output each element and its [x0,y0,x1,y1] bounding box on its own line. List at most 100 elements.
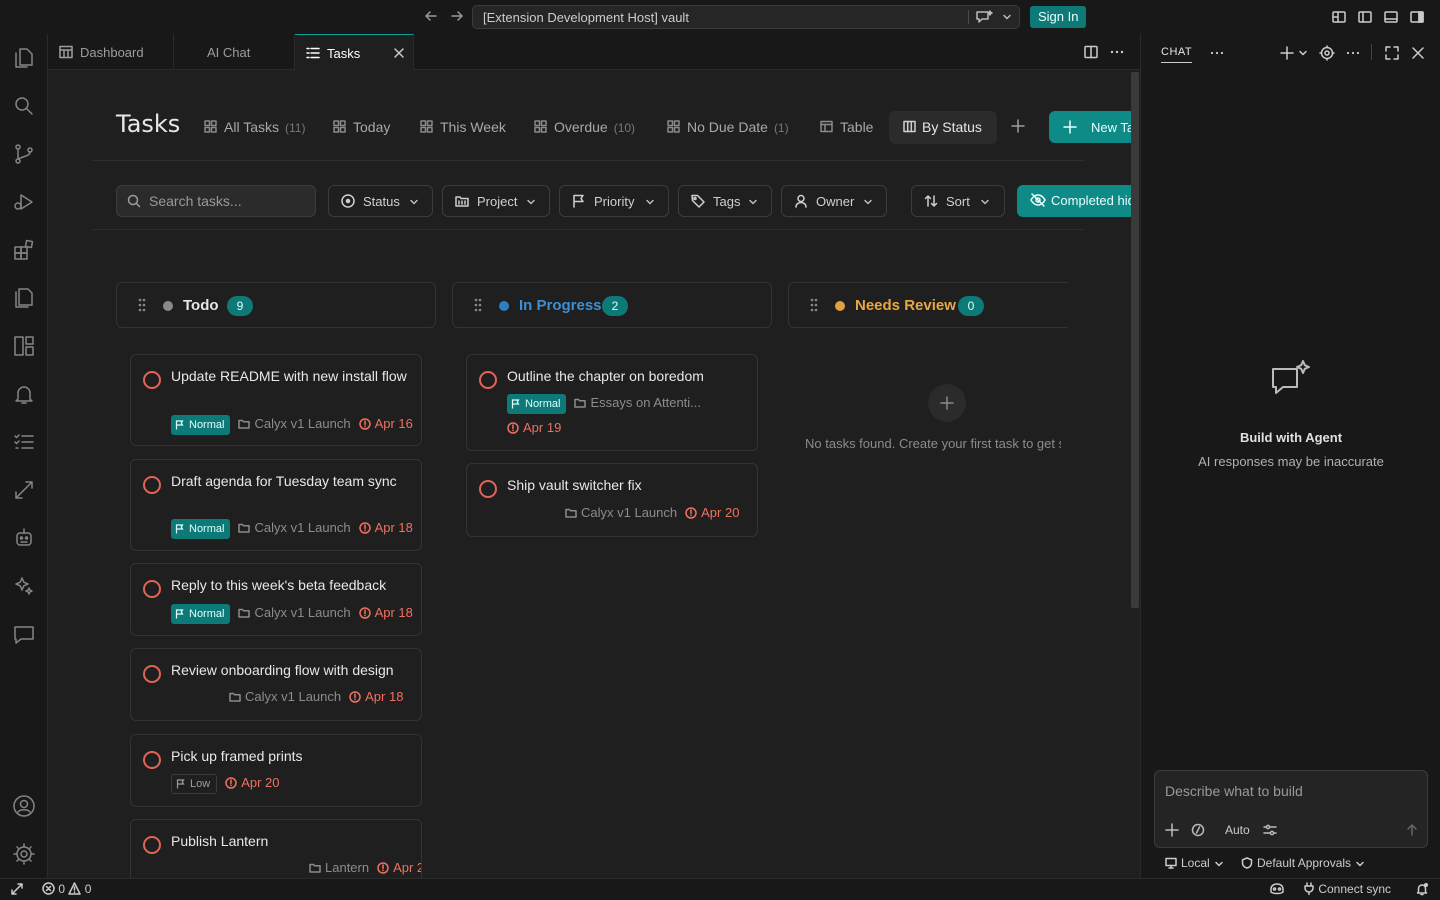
forward-arrow-icon[interactable] [449,8,465,24]
tools-icon[interactable] [1191,823,1205,837]
view-tab-today[interactable]: Today [333,111,398,144]
complete-checkbox[interactable] [143,751,161,769]
toggle-panel-icon[interactable] [1383,9,1399,25]
complete-checkbox[interactable] [143,476,161,494]
sign-in-button[interactable]: Sign In [1030,6,1087,28]
task-project[interactable]: Calyx v1 Launch [238,520,351,535]
add-task-plus-button[interactable] [928,384,966,422]
command-center[interactable]: [Extension Development Host] vault [472,5,1020,29]
close-icon[interactable] [393,47,405,59]
task-project[interactable]: Calyx v1 Launch [238,416,351,431]
more-actions-icon[interactable] [1109,44,1125,60]
column-header-in-progress[interactable]: In Progress 2 [452,282,772,328]
robot-icon[interactable] [12,526,36,550]
chat-input-box[interactable]: Auto [1154,770,1428,848]
chat-panel-title[interactable]: CHAT [1161,46,1193,63]
tab-tasks[interactable]: Tasks [295,34,414,70]
complete-checkbox[interactable] [479,480,497,498]
approvals-picker[interactable]: Default Approvals [1241,856,1369,870]
drag-handle-icon[interactable] [473,297,483,313]
task-list-icon[interactable] [12,430,36,454]
extensions-icon[interactable] [12,238,36,262]
chat-bubble-icon[interactable] [12,622,36,646]
search-input[interactable] [149,192,309,210]
complete-checkbox[interactable] [143,665,161,683]
attach-plus-icon[interactable] [1165,823,1179,837]
view-tab-table[interactable]: Table [820,111,880,144]
drag-handle-icon[interactable] [137,297,147,313]
search-box[interactable] [116,185,316,217]
tab-dashboard[interactable]: Dashboard [48,34,174,70]
explorer-icon[interactable] [12,46,36,70]
add-view-plus-icon[interactable] [1010,118,1026,134]
tags-filter-button[interactable]: Tags [678,185,772,217]
completed-hidden-toggle[interactable]: Completed hidden [1017,185,1139,217]
complete-checkbox[interactable] [143,371,161,389]
location-picker[interactable]: Local [1165,856,1228,870]
task-card[interactable]: Reply to this week's beta feedback Norma… [130,563,422,636]
remote-icon[interactable] [10,882,24,897]
status-filter-button[interactable]: Status [328,185,433,217]
settings-sliders-icon[interactable] [1263,823,1277,837]
copilot-icon[interactable] [1269,882,1285,897]
mode-picker[interactable]: Auto [1225,823,1250,837]
chevron-down-icon[interactable] [1298,48,1308,58]
task-project[interactable]: Essays on Attenti... [574,395,701,410]
problems-indicator[interactable]: 0 0 [42,882,91,896]
task-card[interactable]: Outline the chapter on boredom Normal Ess… [466,354,758,451]
view-tab-overdue[interactable]: Overdue (10) [534,111,649,144]
column-header-needs-review[interactable]: Needs Review 0 [788,282,1068,328]
dashboard-icon[interactable] [12,334,36,358]
documents-icon[interactable] [12,286,36,310]
close-icon[interactable] [1410,45,1426,61]
task-card[interactable]: Publish Lantern Lantern Apr 21 [130,819,422,878]
new-chat-plus-icon[interactable] [1279,45,1295,61]
task-project[interactable]: Calyx v1 Launch [238,605,351,620]
more-actions-icon[interactable] [1345,45,1361,61]
more-actions-icon[interactable] [1209,45,1225,61]
complete-checkbox[interactable] [143,580,161,598]
view-tab-no-due-date[interactable]: No Due Date (1) [667,111,797,144]
connect-sync-button[interactable]: Connect sync [1303,882,1391,896]
task-card[interactable]: Review onboarding flow with design Calyx… [130,648,422,721]
task-card[interactable]: Draft agenda for Tuesday team sync Norma… [130,459,422,551]
tab-ai-chat[interactable]: AI Chat [174,34,295,70]
account-icon[interactable] [12,794,36,818]
view-tab-this-week[interactable]: This Week [420,111,515,144]
split-editor-icon[interactable] [1083,44,1099,60]
view-tab-by-status[interactable]: By Status [889,111,997,144]
toggle-sidebar-icon[interactable] [1357,9,1373,25]
drag-handle-icon[interactable] [809,297,819,313]
complete-checkbox[interactable] [143,836,161,854]
settings-gear-icon[interactable] [12,842,36,866]
complete-checkbox[interactable] [479,371,497,389]
task-project[interactable]: Lantern [309,860,369,875]
task-card[interactable]: Ship vault switcher fix Calyx v1 Launch A… [466,463,758,537]
new-task-button[interactable]: New Task [1049,111,1139,143]
chevron-down-icon[interactable] [1001,11,1013,23]
back-arrow-icon[interactable] [423,8,439,24]
bell-icon[interactable] [12,382,36,406]
sort-button[interactable]: Sort [911,185,1005,217]
view-tab-all-tasks[interactable]: All Tasks (11) [204,111,314,144]
notifications-bell-icon[interactable] [1415,882,1429,897]
source-control-icon[interactable] [12,142,36,166]
chat-sparkle-icon[interactable] [975,9,993,25]
priority-filter-button[interactable]: Priority [559,185,669,217]
editor-scrollbar[interactable] [1131,72,1139,608]
task-project[interactable]: Calyx v1 Launch [565,505,677,520]
owner-filter-button[interactable]: Owner [781,185,887,217]
run-debug-icon[interactable] [12,190,36,214]
column-header-todo[interactable]: Todo 9 [116,282,436,328]
search-icon[interactable] [12,94,36,118]
project-filter-button[interactable]: Project [442,185,550,217]
sparkles-icon[interactable] [12,574,36,598]
toggle-secondary-sidebar-icon[interactable] [1409,9,1425,25]
settings-gear-icon[interactable] [1319,45,1335,61]
send-arrow-icon[interactable] [1405,823,1419,837]
task-card[interactable]: Pick up framed prints Low Apr 20 [130,734,422,807]
task-card[interactable]: Update README with new install flow Norm… [130,354,422,446]
task-project[interactable]: Calyx v1 Launch [229,689,341,704]
remote-explorer-icon[interactable] [12,478,36,502]
maximize-icon[interactable] [1384,45,1400,61]
